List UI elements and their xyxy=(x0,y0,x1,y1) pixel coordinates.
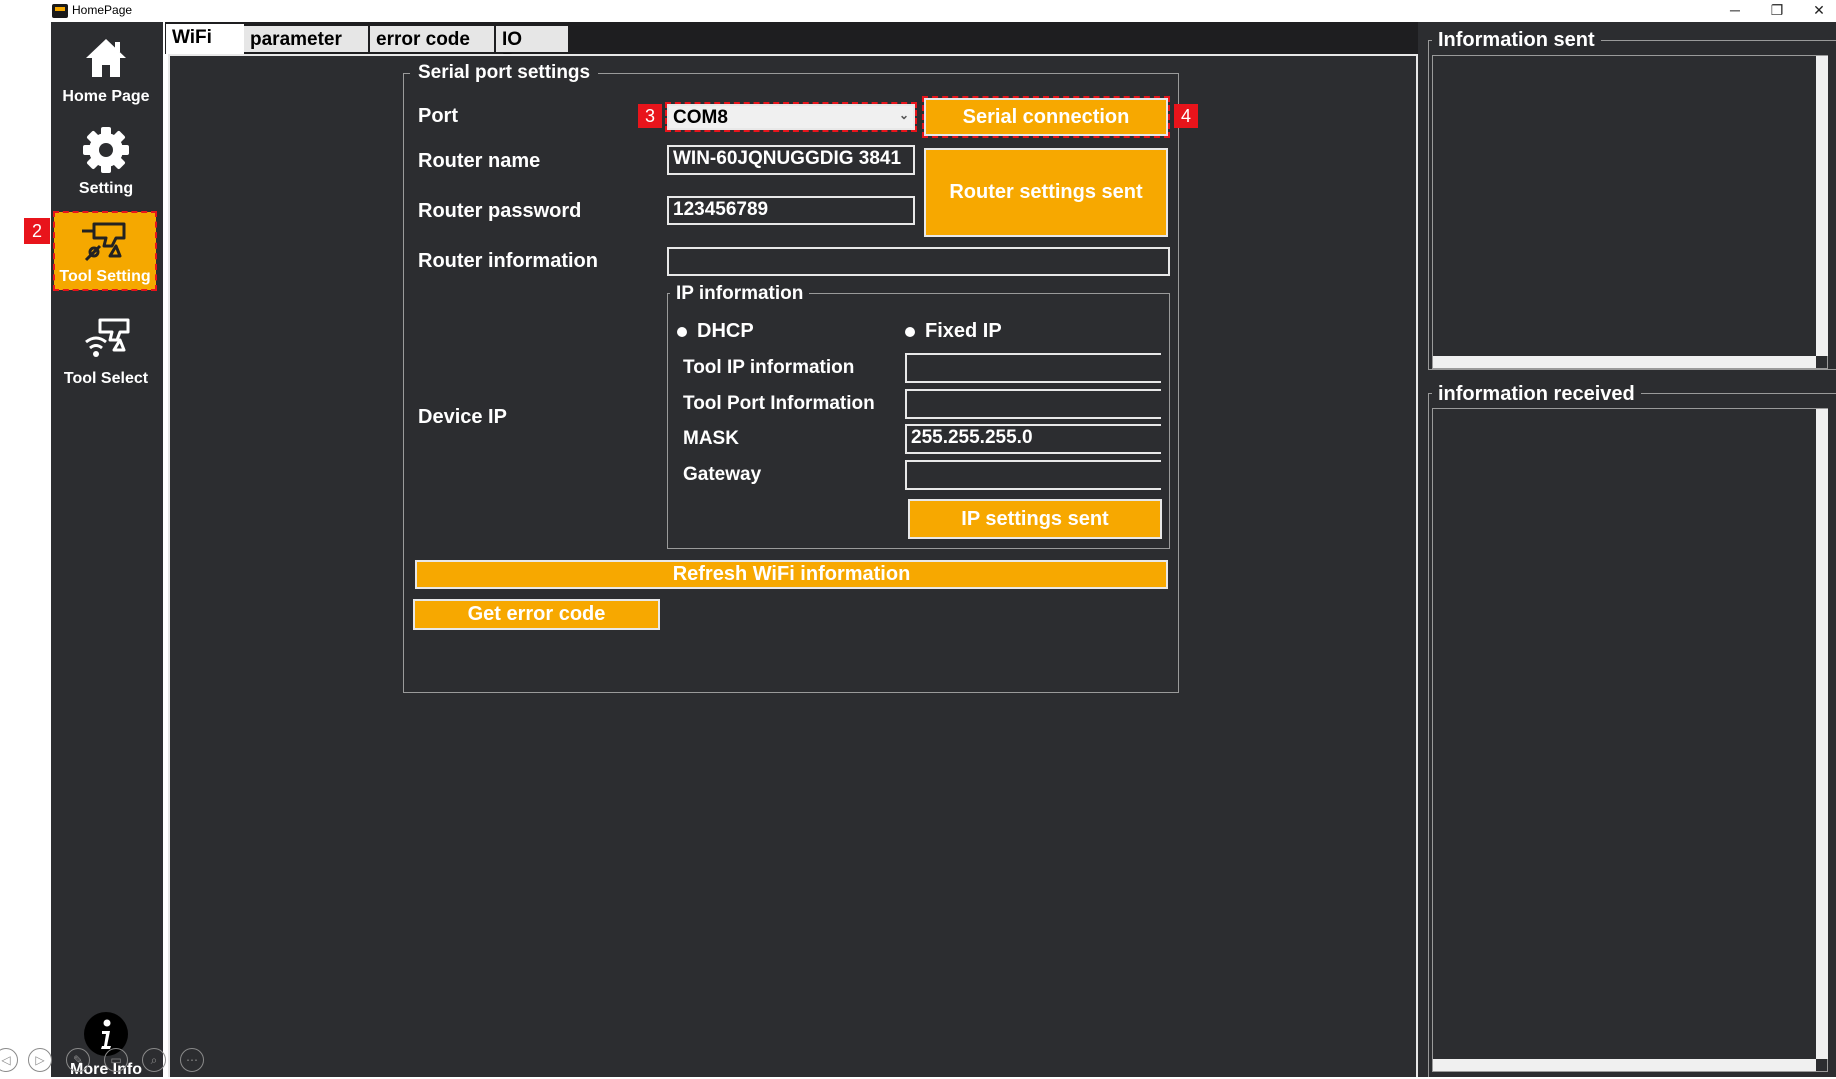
close-button[interactable]: ✕ xyxy=(1804,0,1834,20)
restore-button[interactable]: ❐ xyxy=(1762,0,1792,20)
prev-icon[interactable]: ◁ xyxy=(0,1048,18,1072)
mask-label: MASK xyxy=(683,428,739,449)
chevron-down-icon: ⌄ xyxy=(898,108,909,122)
information-received-textarea[interactable] xyxy=(1432,408,1828,1072)
serial-connection-button[interactable]: Serial connection xyxy=(922,96,1170,138)
information-sent-title: Information sent xyxy=(1432,29,1601,52)
tool-port-label: Tool Port Information xyxy=(683,393,875,414)
dhcp-radio[interactable] xyxy=(677,327,687,337)
tab-error-code[interactable]: error code xyxy=(370,26,494,52)
tab-io-box[interactable]: IO Box xyxy=(496,26,568,72)
nav-home-page[interactable]: Home Page xyxy=(56,30,156,110)
port-label: Port xyxy=(418,105,458,127)
home-icon xyxy=(86,39,126,77)
title-bar: HomePage ─ ❐ ✕ xyxy=(0,0,1836,22)
router-information-field[interactable] xyxy=(667,247,1170,276)
tool-ip-field[interactable] xyxy=(905,353,1161,383)
nav-setting[interactable]: Setting xyxy=(56,122,156,202)
router-password-label: Router password xyxy=(418,200,582,222)
fixed-ip-label: Fixed IP xyxy=(925,320,1002,342)
information-received-title: information received xyxy=(1432,383,1641,406)
minimize-button[interactable]: ─ xyxy=(1720,0,1750,20)
sent-horizontal-scrollbar[interactable] xyxy=(1433,356,1816,368)
router-settings-sent-button[interactable]: Router settings sent xyxy=(924,148,1168,237)
ip-group-title: IP information xyxy=(670,283,810,305)
router-name-field[interactable]: WIN-60JQNUGGDIG 3841 xyxy=(667,145,915,175)
received-horizontal-scrollbar[interactable] xyxy=(1433,1059,1816,1071)
gear-icon xyxy=(83,127,129,173)
tab-parameter[interactable]: parameter xyxy=(244,26,368,52)
tool-port-field[interactable] xyxy=(905,389,1161,419)
drill-icon xyxy=(82,222,126,262)
router-password-field[interactable]: 123456789 xyxy=(667,196,915,225)
more-icon[interactable]: ⋯ xyxy=(180,1048,204,1072)
nav-label: Home Page xyxy=(62,88,150,105)
next-icon[interactable]: ▷ xyxy=(28,1048,52,1072)
mask-field[interactable]: 255.255.255.0 xyxy=(905,424,1161,454)
nav-label: Tool Setting xyxy=(59,268,151,285)
refresh-wifi-information-button[interactable]: Refresh WiFi information xyxy=(415,560,1168,589)
dhcp-label: DHCP xyxy=(697,320,754,342)
window-title: HomePage xyxy=(72,3,133,17)
drill-wifi-icon xyxy=(85,318,130,357)
router-name-label: Router name xyxy=(418,150,541,172)
gateway-field[interactable] xyxy=(905,460,1161,490)
get-error-code-button[interactable]: Get error code xyxy=(413,599,660,630)
information-sent-textarea[interactable] xyxy=(1432,55,1828,369)
nav-label: Tool Select xyxy=(63,370,149,387)
step-marker-4: 4 xyxy=(1174,104,1198,128)
gateway-label: Gateway xyxy=(683,464,762,485)
edit-icon[interactable]: ✎ xyxy=(66,1048,90,1072)
step-marker-2: 2 xyxy=(24,218,50,244)
tool-ip-label: Tool IP information xyxy=(683,357,855,378)
zoom-icon[interactable]: ⌕ xyxy=(142,1048,166,1072)
step-marker-3: 3 xyxy=(638,104,662,128)
app-icon xyxy=(52,4,68,18)
fixed-ip-radio[interactable] xyxy=(905,327,915,337)
device-ip-label: Device IP xyxy=(418,406,507,428)
view-icon[interactable]: ▭ xyxy=(104,1048,128,1072)
nav-tool-select[interactable]: Tool Select xyxy=(56,312,156,392)
tab-wifi[interactable]: WiFi xyxy=(166,24,244,54)
nav-label: Setting xyxy=(78,180,134,197)
nav-tool-setting[interactable]: Tool Setting xyxy=(53,211,157,291)
sent-vertical-scrollbar[interactable] xyxy=(1816,56,1828,356)
port-value: COM8 xyxy=(673,107,728,128)
router-information-label: Router information xyxy=(418,250,598,272)
port-select[interactable]: COM8 ⌄ xyxy=(665,102,917,132)
serial-group-title: Serial port settings xyxy=(410,62,599,84)
ip-settings-sent-button[interactable]: IP settings sent xyxy=(908,499,1162,539)
received-vertical-scrollbar[interactable] xyxy=(1816,409,1828,1059)
